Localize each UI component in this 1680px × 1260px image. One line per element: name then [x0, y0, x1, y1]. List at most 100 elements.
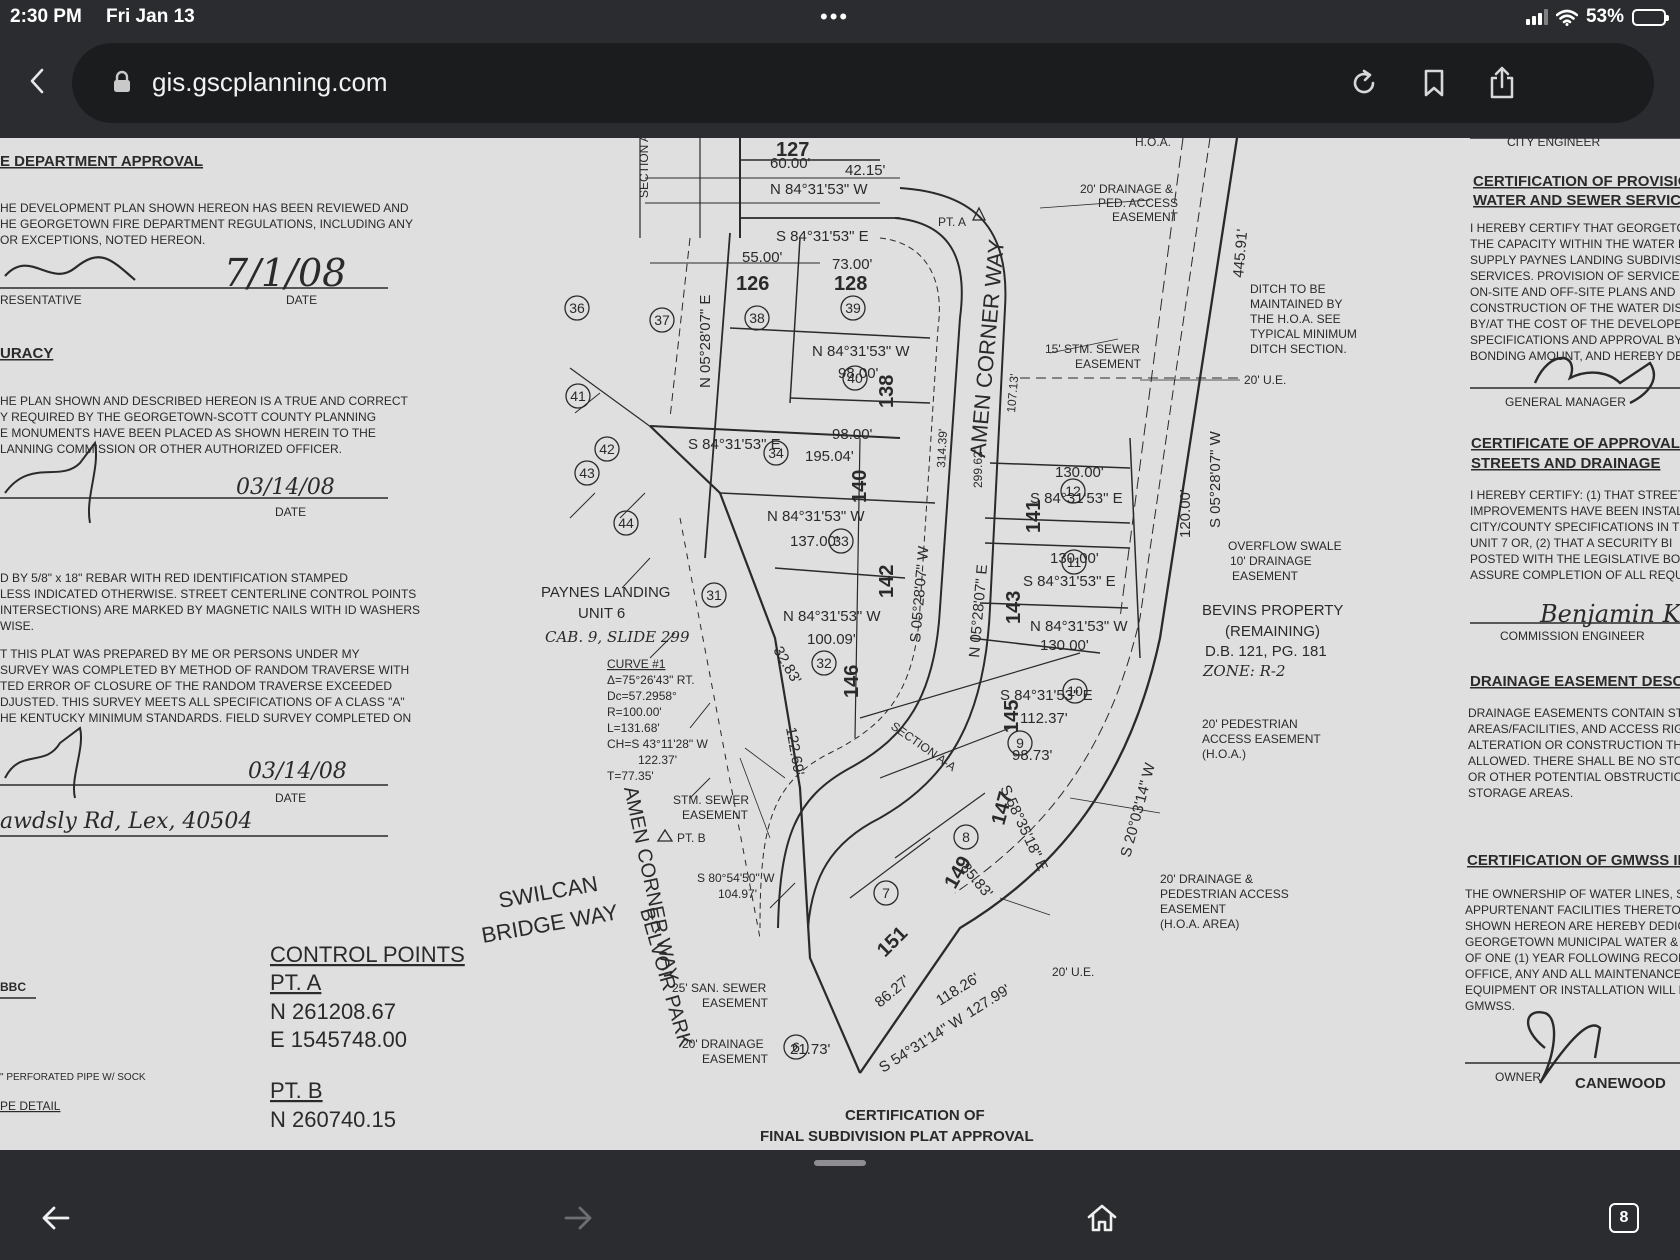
- back-button[interactable]: [20, 64, 54, 98]
- circled-lot-number: 39: [845, 300, 861, 316]
- svg-text:BY/AT THE COST OF THE DEVELOPE: BY/AT THE COST OF THE DEVELOPE: [1470, 317, 1680, 331]
- pt-b-northing: N 260740.15: [270, 1107, 396, 1132]
- distance-label: 137.00': [790, 533, 839, 550]
- svg-text:UNIT 7 OR, (2) THAT A SECURITY: UNIT 7 OR, (2) THAT A SECURITY BI: [1470, 536, 1672, 550]
- date-label-3: DATE: [275, 791, 306, 805]
- svg-text:OF ONE (1) YEAR FOLLOWING RECO: OF ONE (1) YEAR FOLLOWING RECORD: [1465, 951, 1680, 965]
- bearing-label: S 05°28'07" W: [907, 545, 932, 644]
- pedestrian-access-easement-label: 20' PEDESTRIAN ACCESS EASEMENT (H.O.A.): [1202, 717, 1321, 761]
- svg-text:HE KENTUCKY MINIMUM STANDARDS.: HE KENTUCKY MINIMUM STANDARDS. FIELD SUR…: [0, 711, 411, 725]
- lot-number: 138: [876, 375, 898, 408]
- bookmark-button[interactable]: [1414, 63, 1454, 103]
- svg-text:Dc=57.2958°: Dc=57.2958°: [607, 689, 677, 703]
- lot-number: 151: [873, 922, 912, 961]
- distance-label: 104.97': [718, 887, 757, 901]
- svg-text:THE OWNERSHIP OF WATER LINES,: THE OWNERSHIP OF WATER LINES, SE: [1465, 887, 1680, 901]
- tabs-button[interactable]: 8: [1602, 1196, 1646, 1240]
- drainage-ped-easement-label: 20' DRAINAGE & PED. ACCESS EASEMENT: [1080, 182, 1179, 224]
- svg-text:DRAINAGE EASEMENTS CONTAIN STO: DRAINAGE EASEMENTS CONTAIN STOR: [1468, 706, 1680, 720]
- bearing-label: N 84°31'53" W: [767, 508, 865, 525]
- bearing-label: S 84°31'53" E: [1030, 490, 1123, 507]
- commission-engineer-label: COMMISSION ENGINEER: [1500, 629, 1645, 643]
- svg-text:I HEREBY CERTIFY THAT GEORGETO: I HEREBY CERTIFY THAT GEORGETOW: [1470, 221, 1680, 235]
- gmwss-text: THE OWNERSHIP OF WATER LINES, SE APPURTE…: [1465, 887, 1680, 1013]
- svg-text:DJUSTED. THIS SURVEY MEETS ALL: DJUSTED. THIS SURVEY MEETS ALL SPECIFICA…: [0, 695, 405, 709]
- multitasking-dots[interactable]: •••: [820, 4, 849, 30]
- bottom-toolbar: 8: [0, 1150, 1680, 1260]
- svg-text:PED. ACCESS: PED. ACCESS: [1098, 196, 1178, 210]
- pipe-detail: PE DETAIL: [0, 1099, 61, 1113]
- svg-text:25' SAN. SEWER: 25' SAN. SEWER: [672, 981, 767, 995]
- svg-text:STORAGE AREAS.: STORAGE AREAS.: [1468, 786, 1573, 800]
- svg-text:EASEMENT: EASEMENT: [702, 1052, 769, 1066]
- svg-text:HE GEORGETOWN FIRE DEPARTMENT: HE GEORGETOWN FIRE DEPARTMENT REGULATION…: [0, 217, 413, 231]
- svg-text:SHOWN HEREON ARE HEREBY DEDICA: SHOWN HEREON ARE HEREBY DEDICA: [1465, 919, 1680, 933]
- control-points-title: CONTROL POINTS: [270, 942, 465, 967]
- svg-text:Δ=75°26'43" RT.: Δ=75°26'43" RT.: [607, 673, 695, 687]
- paynes-landing-label: PAYNES LANDING: [541, 584, 670, 601]
- ditch-note: DITCH TO BE MAINTAINED BY THE H.O.A. SEE…: [1250, 282, 1357, 356]
- distance-label: 130.00': [1055, 464, 1104, 481]
- overflow-swale-label: OVERFLOW SWALE 10' DRAINAGE EASEMENT: [1228, 539, 1342, 583]
- bearing-label: S 84°31'53" E: [1023, 573, 1116, 590]
- svg-text:POSTED WITH THE LEGISLATIVE BO: POSTED WITH THE LEGISLATIVE BODY: [1470, 552, 1680, 566]
- svg-text:OR EXCEPTIONS, NOTED HEREON.: OR EXCEPTIONS, NOTED HEREON.: [0, 233, 205, 247]
- svg-text:EASEMENT: EASEMENT: [1160, 902, 1227, 916]
- lock-icon: [114, 70, 130, 92]
- curve-1-data: CURVE #1 Δ=75°26'43" RT. Dc=57.2958° R=1…: [607, 657, 709, 783]
- svg-text:PEDESTRIAN ACCESS: PEDESTRIAN ACCESS: [1160, 887, 1289, 901]
- svg-text:INTERSECTIONS) ARE MARKED BY M: INTERSECTIONS) ARE MARKED BY MAGNETIC NA…: [0, 603, 420, 617]
- bearing-label: S 20°03'14" W: [1117, 760, 1159, 859]
- status-date: Fri Jan 13: [106, 6, 195, 27]
- svg-text:EQUIPMENT OR INSTALLATION WILL: EQUIPMENT OR INSTALLATION WILL BE: [1465, 983, 1680, 997]
- share-button[interactable]: [1482, 63, 1522, 103]
- bevins-deed-label: D.B. 121, PG. 181: [1205, 643, 1327, 660]
- home-button[interactable]: [1080, 1196, 1124, 1240]
- circled-lot-number: 41: [570, 388, 586, 404]
- battery-percent: 53%: [1585, 6, 1624, 27]
- svg-text:AREAS/FACILITIES, AND ACCESS R: AREAS/FACILITIES, AND ACCESS RIGH: [1468, 722, 1680, 736]
- pt-a-marker-label: PT. A: [938, 215, 966, 229]
- city-engineer-label: CITY ENGINEER: [1507, 138, 1600, 149]
- distance-label: 73.00': [832, 256, 873, 273]
- bearing-label: N 84°31'53" W: [1030, 618, 1128, 635]
- cert-final-plat-heading-1: CERTIFICATION OF: [845, 1107, 985, 1124]
- san-sewer-easement-label: 25' SAN. SEWER EASEMENT: [672, 981, 769, 1010]
- gmwss-heading: CERTIFICATION OF GMWSS INFR: [1467, 852, 1680, 869]
- plat-document[interactable]: .ink { stroke: #2a2a2a; fill: none; } .t…: [0, 138, 1680, 1150]
- cellular-signal-icon: [1525, 9, 1548, 25]
- stm-sewer-easement-label: 15' STM. SEWER EASEMENT: [1045, 342, 1142, 371]
- svg-text:(H.O.A. AREA): (H.O.A. AREA): [1160, 917, 1239, 931]
- bearing-label: S 84°31'53" E: [1000, 687, 1093, 704]
- url-text: gis.gscplanning.com: [152, 67, 388, 97]
- svg-text:OR OTHER POTENTIAL OBSTRUCTION: OR OTHER POTENTIAL OBSTRUCTIONS: [1468, 770, 1680, 784]
- svg-text:MAINTAINED BY: MAINTAINED BY: [1250, 297, 1342, 311]
- nav-forward-button[interactable]: [556, 1196, 600, 1240]
- ue-20-label-2: 20' U.E.: [1052, 965, 1094, 979]
- arrow-left-icon: [42, 1206, 70, 1230]
- svg-text:D BY 5/8" x 18" REBAR WITH RED: D BY 5/8" x 18" REBAR WITH RED IDENTIFIC…: [0, 571, 348, 585]
- bookmark-icon: [1424, 69, 1444, 97]
- svg-text:T=77.35': T=77.35': [607, 769, 654, 783]
- drainage-easement-heading: DRAINAGE EASEMENT DESCRIP: [1470, 673, 1680, 690]
- wifi-icon: [1555, 9, 1578, 26]
- tabs-icon: 8: [1609, 1203, 1639, 1233]
- distance-label: 299.62': [971, 449, 985, 488]
- svg-text:20' DRAINAGE &: 20' DRAINAGE &: [1080, 182, 1173, 196]
- pt-a-northing: N 261208.67: [270, 999, 396, 1024]
- status-time: 2:30 PM: [10, 6, 82, 27]
- circled-lot-number: 43: [579, 465, 595, 481]
- cert-approval-heading-1: CERTIFICATE OF APPROVAL OF: [1471, 435, 1680, 452]
- bearing-label: S 54°31'14" W: [876, 1010, 968, 1076]
- nav-back-button[interactable]: [34, 1196, 78, 1240]
- toolbar-grabber[interactable]: [814, 1160, 866, 1166]
- zone-label: ZONE: R-2: [1202, 662, 1286, 680]
- ue-20-label: 20' U.E.: [1244, 373, 1286, 387]
- address-bar[interactable]: gis.gscplanning.com: [72, 43, 1654, 123]
- svg-text:ACCESS EASEMENT: ACCESS EASEMENT: [1202, 732, 1321, 746]
- accuracy-heading: URACY: [0, 345, 53, 362]
- reload-button[interactable]: [1344, 63, 1384, 103]
- section-aa-label-bottom: SECTION A-A: [888, 719, 958, 774]
- distance-label: 60.00': [770, 155, 811, 172]
- distance-label: 98.00': [838, 365, 879, 382]
